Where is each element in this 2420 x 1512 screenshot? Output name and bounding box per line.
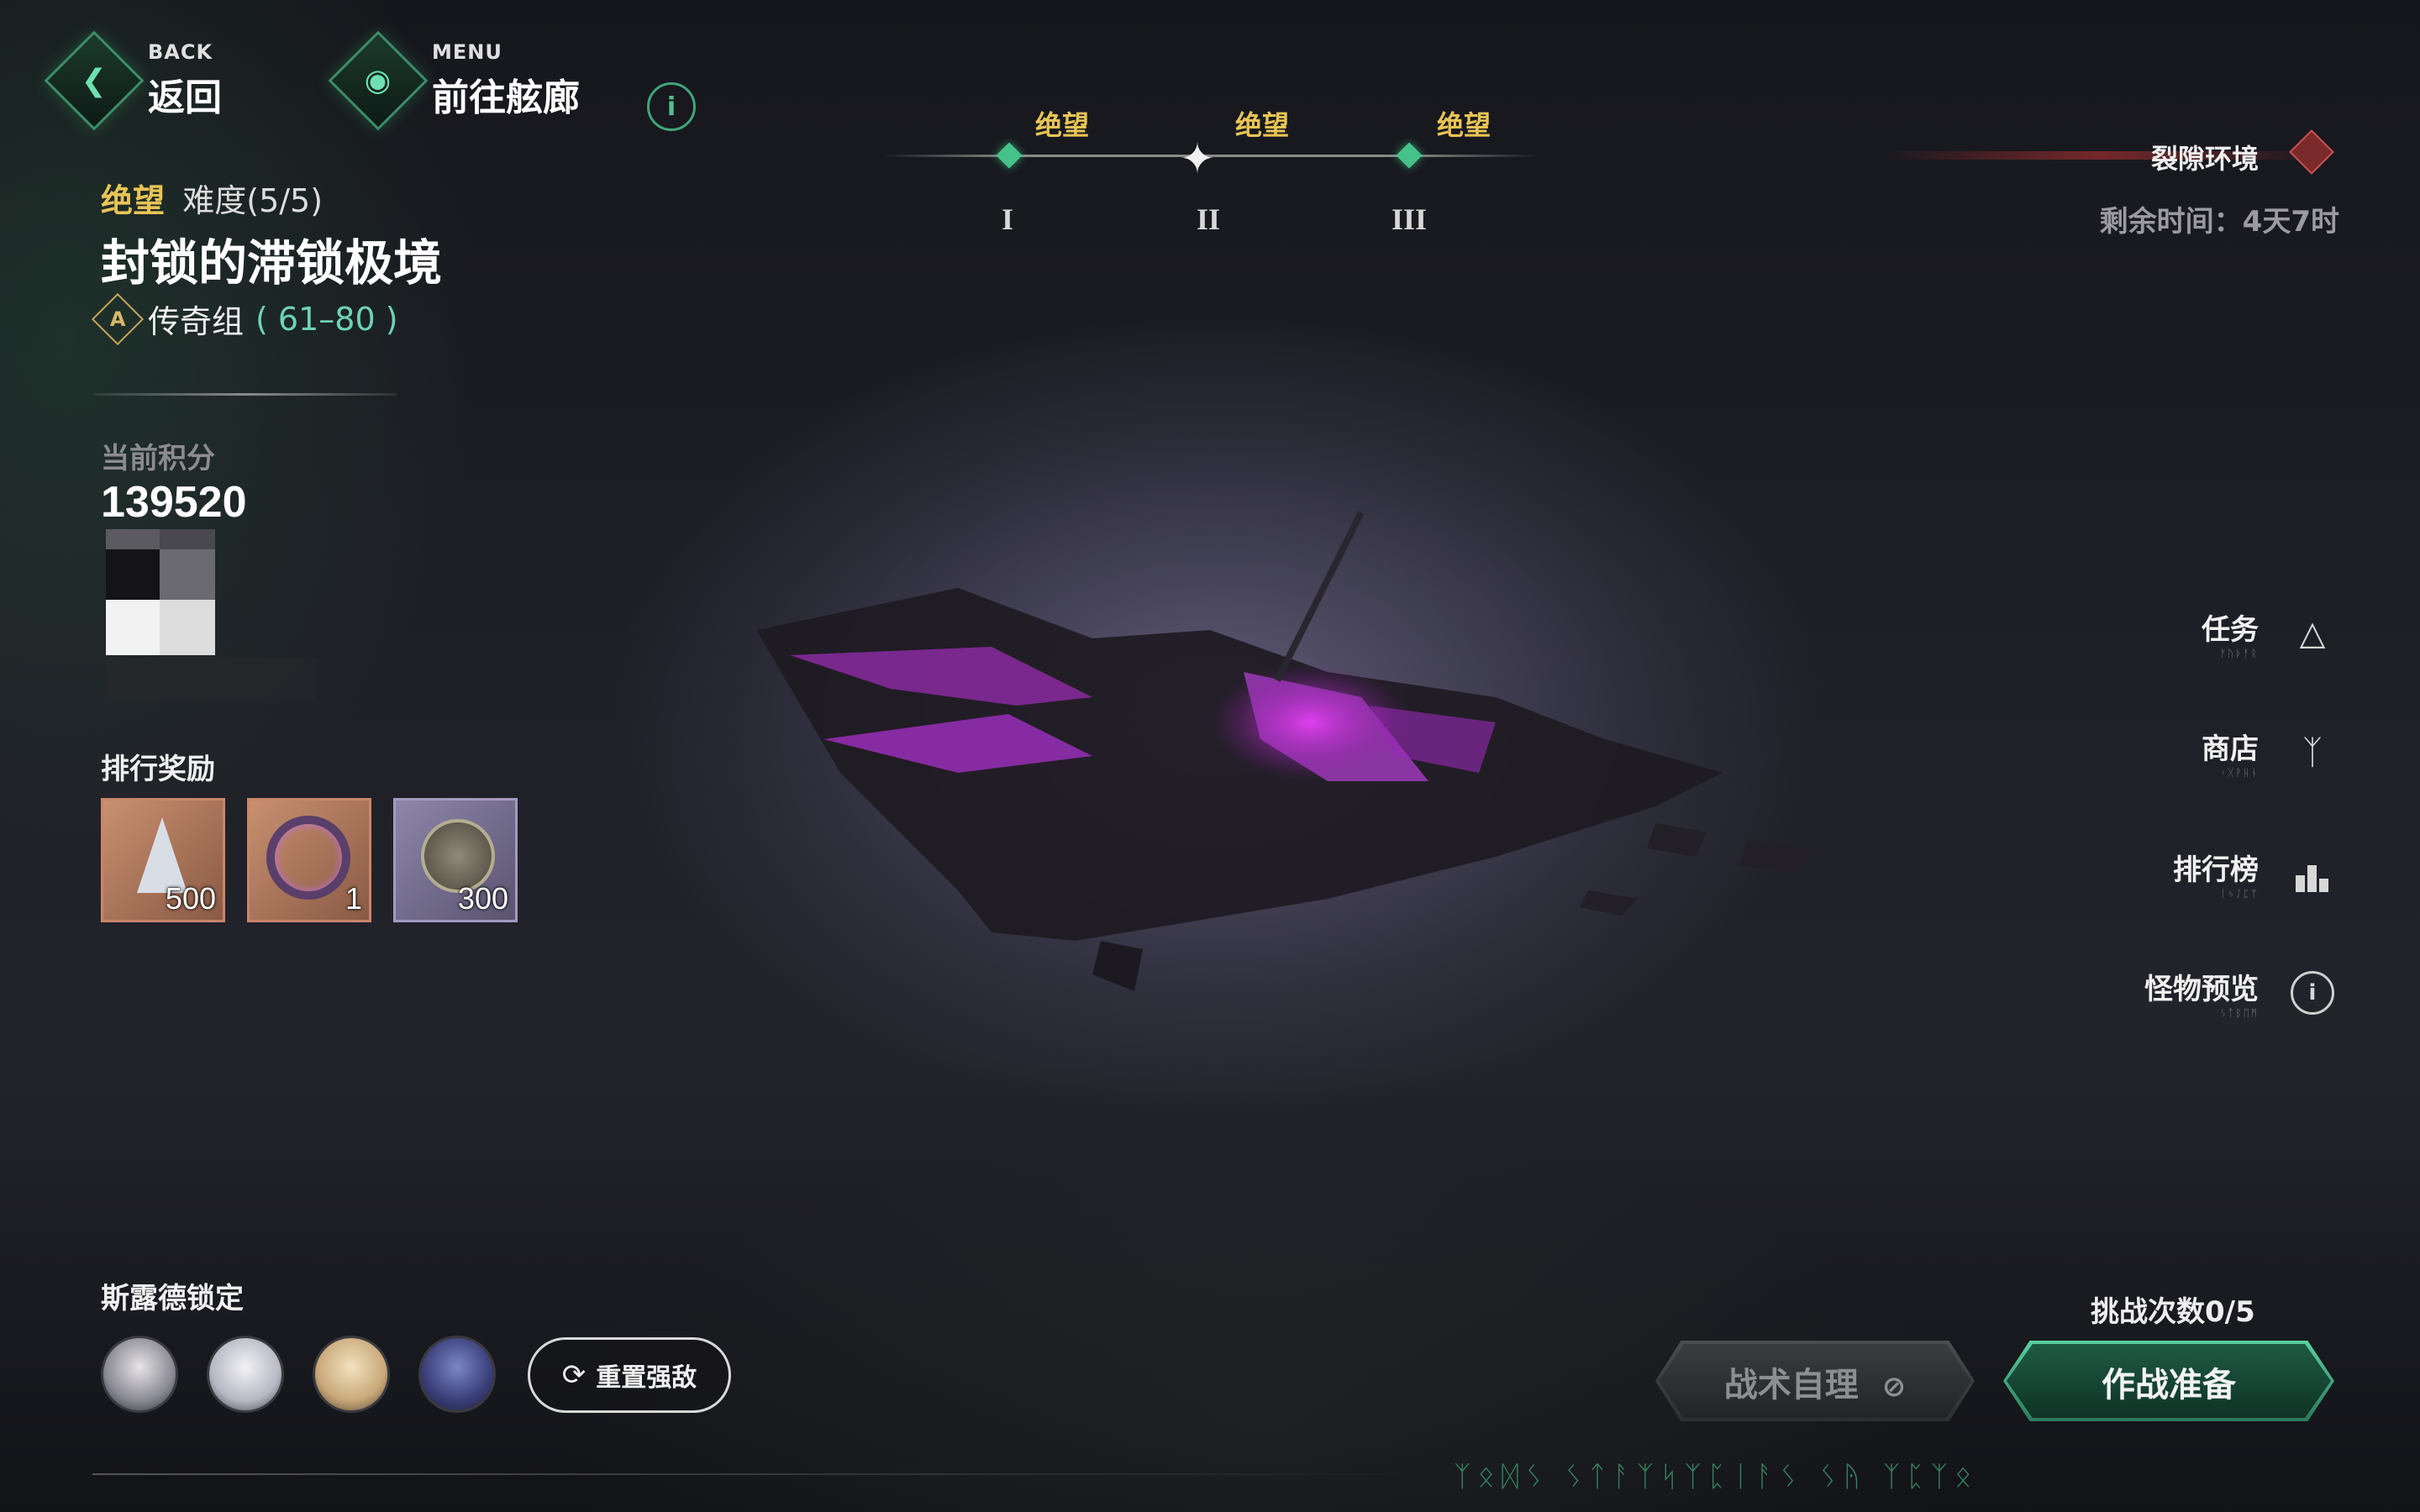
battle-prepare-label: 作战准备 bbox=[2102, 1366, 2236, 1404]
footer-runes: ᛉᛟᛞᛊ ᛊᛏᚨᛉᛋᛉᛈᛁᚨᛊ ᛊᚤ ᛉᛈᛉᛟ bbox=[1454, 1460, 1979, 1494]
menu-label: 前往舷廊 bbox=[432, 76, 580, 119]
rewards-title: 排行奖励 bbox=[101, 753, 215, 786]
reset-icon: ⟳ bbox=[561, 1358, 587, 1392]
side-ranking-button[interactable]: 排行榜 ᛁᛃᛇᛈᛉ bbox=[2173, 847, 2336, 900]
side-ranking-label: 排行榜 bbox=[2173, 853, 2259, 887]
rift-time: 剩余时间：4天7时 bbox=[2099, 205, 2339, 239]
tier-label-2: 绝望 bbox=[1235, 109, 1290, 141]
rift-info-icon[interactable] bbox=[2289, 129, 2334, 175]
back-small-label: BACK bbox=[148, 40, 213, 64]
tier-numeral-3: III bbox=[1392, 202, 1428, 236]
side-shop-label: 商店 bbox=[2202, 732, 2259, 766]
tier-label-1: 绝望 bbox=[1035, 109, 1090, 141]
score-label: 当前积分 bbox=[101, 442, 215, 475]
avatar[interactable] bbox=[207, 1336, 284, 1413]
side-task-button[interactable]: 任务 ᚠᚢᚦᚨᚱ △ bbox=[2202, 606, 2336, 659]
footer-line bbox=[92, 1473, 1437, 1475]
avatar[interactable] bbox=[313, 1336, 390, 1413]
avatar[interactable] bbox=[418, 1336, 496, 1413]
side-shop-button[interactable]: 商店 ᚲᚷᚹᚺᚾ ᛉ bbox=[2202, 726, 2336, 779]
score-value: 139520 bbox=[101, 478, 247, 527]
divider bbox=[94, 393, 397, 396]
reward-coin[interactable]: 300 bbox=[393, 798, 518, 922]
menu-eye-icon: ◉ bbox=[328, 30, 429, 131]
stage-title: 封锁的滞锁极境 bbox=[101, 234, 443, 291]
back-label: 返回 bbox=[148, 76, 222, 119]
back-button[interactable]: ❮ BACK 返回 bbox=[44, 30, 222, 131]
rift-label: 裂隙环境 bbox=[2150, 143, 2259, 175]
battle-prepare-button[interactable]: 作战准备 bbox=[2003, 1341, 2334, 1421]
disabled-icon: ⊘ bbox=[1881, 1370, 1907, 1404]
difficulty-line: 绝望 难度(5/5) bbox=[101, 175, 323, 221]
menu-info-icon[interactable]: i bbox=[647, 82, 696, 131]
tier-label-3: 绝望 bbox=[1437, 109, 1491, 141]
reward-qty: 300 bbox=[457, 881, 508, 916]
lock-title: 斯露德锁定 bbox=[101, 1282, 244, 1315]
reward-crystal[interactable]: 500 bbox=[101, 798, 225, 922]
ranking-icon bbox=[2289, 850, 2336, 897]
reward-ring[interactable]: 1 bbox=[247, 798, 371, 922]
tier-node-1[interactable] bbox=[996, 142, 1023, 169]
group-badge-icon: A bbox=[91, 292, 145, 345]
reset-label: 重置强敌 bbox=[596, 1363, 697, 1393]
side-monster-label: 怪物预览 bbox=[2144, 973, 2259, 1006]
menu-small-label: MENU bbox=[432, 40, 502, 64]
obscured-block bbox=[106, 529, 316, 701]
reward-qty: 500 bbox=[165, 881, 216, 916]
reset-enemy-button[interactable]: ⟳ 重置强敌 bbox=[528, 1337, 731, 1413]
tier-word: 绝望 bbox=[101, 182, 166, 219]
info-icon: i bbox=[2289, 969, 2336, 1016]
boss-creature bbox=[756, 511, 1815, 991]
side-task-label: 任务 bbox=[2202, 613, 2259, 647]
avatar[interactable] bbox=[101, 1336, 178, 1413]
reward-qty: 1 bbox=[345, 881, 362, 916]
tier-numeral-2: II bbox=[1197, 202, 1221, 236]
tier-node-3[interactable] bbox=[1396, 142, 1423, 169]
back-arrow-icon: ❮ bbox=[44, 30, 145, 131]
tactics-auto-button[interactable]: 战术自理 ⊘ bbox=[1655, 1341, 1975, 1421]
side-monster-preview-button[interactable]: 怪物预览 ᛊᛏᛒᛖᛗ i bbox=[2144, 966, 2336, 1019]
shop-icon: ᛉ bbox=[2302, 732, 2323, 772]
ring-icon bbox=[266, 816, 350, 900]
menu-button[interactable]: ◉ MENU 前往舷廊 bbox=[328, 30, 580, 131]
tactics-auto-label: 战术自理 bbox=[1723, 1366, 1859, 1404]
group-line: A 传奇组 ( 61–80 ) bbox=[91, 292, 398, 345]
group-range: ( 61–80 ) bbox=[255, 300, 398, 338]
difficulty-text: 难度(5/5) bbox=[182, 182, 324, 219]
group-name: 传奇组 bbox=[148, 303, 245, 340]
flask-icon: △ bbox=[2299, 613, 2326, 653]
tier-numeral-1: I bbox=[1002, 202, 1014, 236]
challenge-count: 挑战次数0/5 bbox=[2091, 1295, 2255, 1329]
tier-current-emblem-icon: ✦ bbox=[1180, 134, 1215, 183]
